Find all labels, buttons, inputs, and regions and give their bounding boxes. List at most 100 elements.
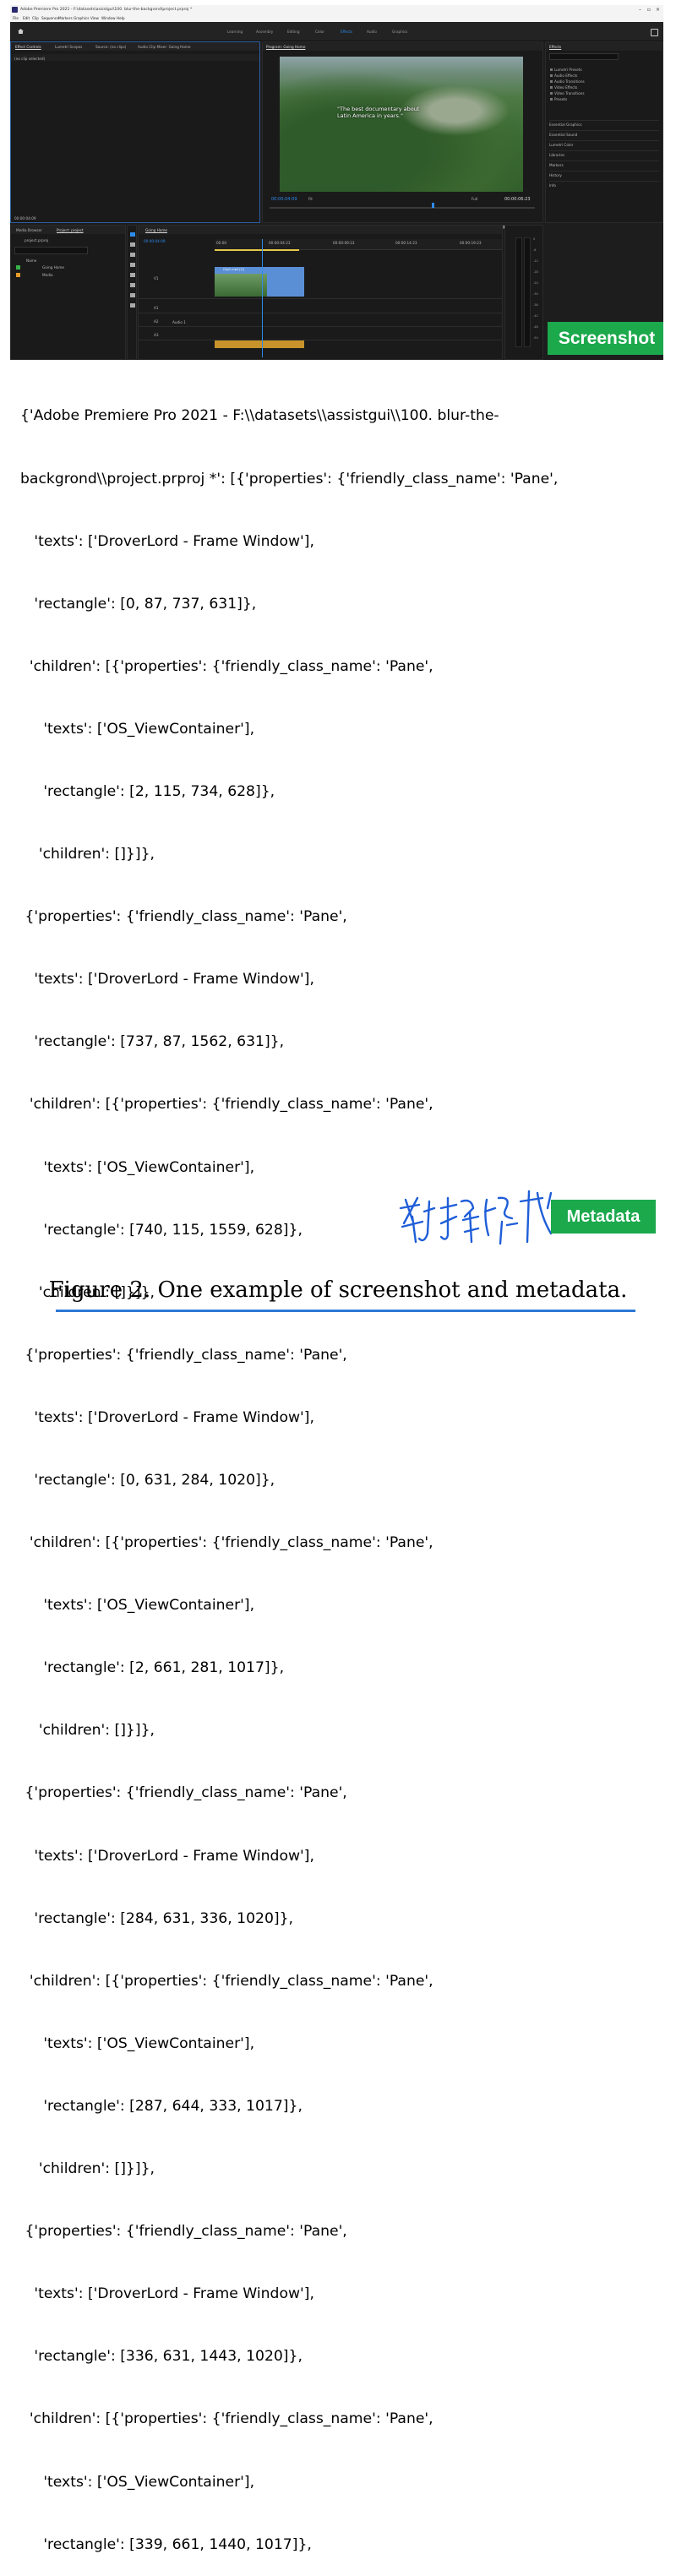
tab-audio-clip-mixer[interactable]: Audio Clip Mixer: Going Home [138,45,191,49]
share-icon[interactable] [651,29,658,36]
video-frame[interactable]: "The best documentary about Latin Americ… [280,57,523,192]
program-scrub-bar[interactable] [270,207,535,209]
track-label-a1[interactable]: A1 [154,306,159,310]
metadata-line: {'Adobe Premiere Pro 2021 - F:\\datasets… [20,407,499,425]
menu-edit[interactable]: Edit [23,16,30,20]
label-color-orange [16,273,20,277]
tab-program[interactable]: Program: Going Home [266,45,305,49]
menu-file[interactable]: File [13,16,19,20]
close-icon[interactable]: × [656,7,660,13]
audio-meter-left [515,237,522,347]
project-search-input[interactable] [14,247,88,254]
fx-audio-transitions[interactable]: Audio Transitions [550,79,585,84]
quality-dropdown[interactable]: Full [472,197,477,201]
meter-tick: -42 [533,314,538,318]
type-tool-icon[interactable] [130,303,135,308]
menu-clip[interactable]: Clip [32,16,39,20]
menu-sequence[interactable]: Sequence [41,16,59,20]
section-markers[interactable]: Markers [549,161,659,167]
metadata-line: {'properties': {'friendly_class_name': '… [20,908,347,926]
section-lumetri-color[interactable]: Lumetri Color [549,140,659,147]
razor-tool-icon[interactable] [130,263,135,267]
metadata-line: 'texts': ['OS_ViewContainer'], [20,1158,255,1176]
metadata-line: 'texts': ['OS_ViewContainer'], [20,720,255,738]
hand-tool-icon[interactable] [130,293,135,297]
metadata-line: 'children': [{'properties': {'friendly_c… [20,657,433,675]
menu-view[interactable]: View [90,16,99,20]
menu-graphics[interactable]: Graphics [74,16,90,20]
timeline-timecode[interactable]: 00:00:04:09 [144,239,166,243]
maximize-icon[interactable]: ▫ [647,7,651,13]
slip-tool-icon[interactable] [130,273,135,277]
metadata-badge: Metadata [551,1200,656,1234]
workspace-effects[interactable]: Effects [341,30,352,34]
fx-video-transitions[interactable]: Video Transitions [550,91,585,95]
metadata-line: 'texts': ['OS_ViewContainer'], [20,2473,255,2491]
workspace-learning[interactable]: Learning [227,30,243,34]
timeline-playhead[interactable] [262,239,263,357]
metadata-line: 'texts': ['OS_ViewContainer'], [20,1597,255,1615]
tab-effect-controls[interactable]: Effect Controls [15,45,41,49]
audio-clip[interactable] [215,340,304,348]
metadata-line: 'rectangle': [0, 87, 737, 631]}, [20,595,257,613]
section-essential-graphics[interactable]: Essential Graphics [549,120,659,127]
track-divider [139,326,502,327]
workspace-audio[interactable]: Audio [367,30,377,34]
fx-lumetri-presets[interactable]: Lumetri Presets [550,68,582,72]
pen-tool-icon[interactable] [130,283,135,287]
tab-project[interactable]: Project: project [57,228,84,232]
selection-tool-icon[interactable] [130,232,135,237]
fx-video-effects[interactable]: Video Effects [549,85,577,90]
metadata-line: 'children': [{'properties': {'friendly_c… [20,1972,433,1990]
audio-track-name: Audio 1 [172,320,186,324]
tab-effects[interactable]: Effects [549,45,561,49]
home-icon[interactable] [18,29,24,34]
section-info[interactable]: Info [549,181,659,188]
tab-sequence[interactable]: Going Home [145,228,167,232]
project-item-sequence[interactable]: Going Home [42,265,64,270]
metadata-line: 'children': [{'properties': {'friendly_c… [20,2410,433,2428]
program-timecode[interactable]: 00:00:04:09 [271,197,297,202]
section-essential-sound[interactable]: Essential Sound [549,130,659,137]
fx-audio-effects[interactable]: Audio Effects [549,74,577,78]
metadata-line: 'rectangle': [2, 115, 734, 628]}, [20,782,275,800]
figure-caption: Figure 2. One example of screenshot and … [48,1277,628,1303]
menu-window[interactable]: Window [101,16,116,20]
menu-markers[interactable]: Markers [58,16,73,20]
track-select-tool-icon[interactable] [130,242,135,247]
premiere-logo-icon [12,7,18,13]
workspace-editing[interactable]: Editing [287,30,300,34]
workspace-bar: Learning Assembly Editing Color Effects … [10,22,663,41]
minimize-icon[interactable]: – [639,7,641,13]
project-item-bin[interactable]: Media [42,273,53,277]
effects-search-input[interactable] [549,53,619,60]
menu-help[interactable]: Help [117,16,125,20]
ripple-edit-tool-icon[interactable] [130,253,135,257]
name-column-header[interactable]: Name [26,259,36,263]
video-clip[interactable]: Clip1.mp4 [V] [215,267,304,297]
meter-tick: -6 [533,248,537,252]
tab-source[interactable]: Source: (no clips) [95,45,126,49]
track-label-a2[interactable]: A2 [154,319,159,324]
workspace-graphics[interactable]: Graphics [392,30,408,34]
section-history[interactable]: History [549,171,659,177]
track-label-v1[interactable]: V1 [154,276,159,280]
track-label-a3[interactable]: A3 [154,333,159,337]
tab-media-browser[interactable]: Media Browser [16,228,42,232]
fit-dropdown[interactable]: Fit [308,197,313,201]
metadata-line: backgrond\\project.prproj *': [{'propert… [20,470,559,487]
program-monitor-panel: Program: Going Home "The best documentar… [262,41,543,230]
ruler-tick-label: 00:00:09:23 [333,241,355,245]
program-playhead[interactable] [432,203,434,208]
workspace-assembly[interactable]: Assembly [256,30,273,34]
metadata-line: 'texts': ['OS_ViewContainer'], [20,2034,255,2052]
section-libraries[interactable]: Libraries [549,150,659,157]
metadata-line: 'texts': ['DroverLord - Frame Window'], [20,2285,314,2303]
effect-controls-subbar [11,54,259,61]
fx-presets[interactable]: Presets [549,97,567,101]
menu-bar: File Edit Clip Sequence Markers Graphics… [10,15,663,22]
ruler-tick-label: 00:00:04:23 [269,241,291,245]
workspace-color[interactable]: Color [315,30,324,34]
work-area-bar[interactable] [215,249,299,251]
tab-lumetri-scopes[interactable]: Lumetri Scopes [55,45,82,49]
